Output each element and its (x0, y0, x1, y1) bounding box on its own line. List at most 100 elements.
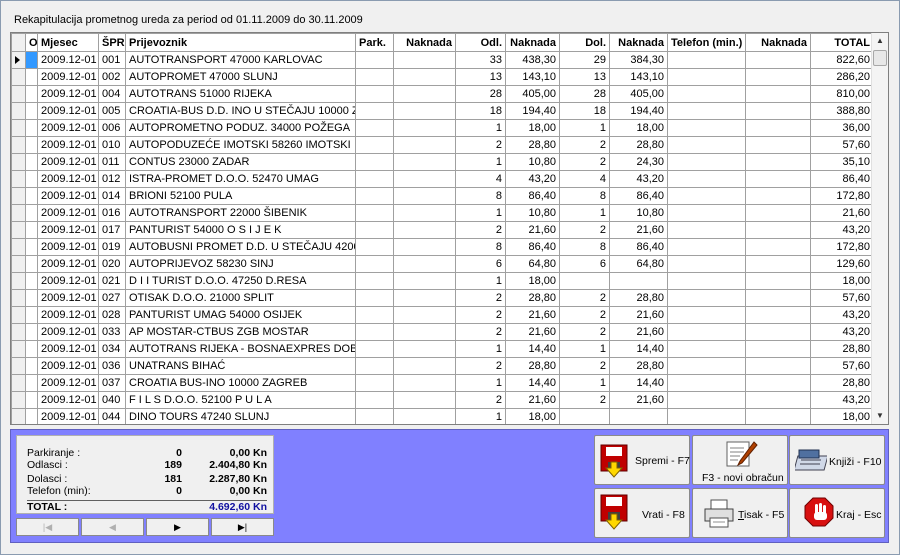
table-row[interactable]: 2009.12-01 044 DINO TOURS 47240 SLUNJ 1 18,0… (11, 408, 874, 424)
cell-naknada-tel[interactable] (745, 391, 811, 409)
row-indicator[interactable] (11, 238, 26, 256)
table-row[interactable]: 2009.12-01 019 AUTOBUSNI PROMET D.D. U STE… (11, 238, 874, 256)
cell-o[interactable] (25, 238, 38, 256)
cell-naknada-tel[interactable] (745, 306, 811, 324)
table-row[interactable]: 2009.12-01 004 AUTOTRANS 51000 RIJEKA 28 405… (11, 85, 874, 103)
cell-naknada-dol[interactable] (609, 272, 668, 290)
cell-telefon[interactable] (667, 136, 746, 154)
cell-park[interactable] (355, 238, 394, 256)
cell-telefon[interactable] (667, 408, 746, 424)
cell-prijevoznik[interactable]: CROATIA BUS-INO 10000 ZAGREB (125, 374, 356, 392)
row-indicator[interactable] (11, 374, 26, 392)
cell-naknada-park[interactable] (393, 187, 456, 205)
cell-odl[interactable]: 1 (455, 153, 506, 171)
cell-odl[interactable]: 2 (455, 357, 506, 375)
row-indicator[interactable] (11, 51, 26, 69)
cell-prijevoznik[interactable]: AUTOTRANSPORT 22000 ŠIBENIK (125, 204, 356, 222)
table-row[interactable]: 2009.12-01 033 AP MOSTAR-CTBUS ZGB MOSTAR 2… (11, 323, 874, 341)
cell-mjesec[interactable]: 2009.12-01 (37, 187, 99, 205)
cell-total[interactable]: 57,60 (810, 289, 874, 307)
cell-telefon[interactable] (667, 357, 746, 375)
cell-dol[interactable]: 2 (559, 221, 610, 239)
cell-naknada-tel[interactable] (745, 136, 811, 154)
cell-naknada-dol[interactable]: 86,40 (609, 238, 668, 256)
cell-naknada-park[interactable] (393, 408, 456, 424)
cell-telefon[interactable] (667, 238, 746, 256)
cell-naknada-park[interactable] (393, 119, 456, 137)
table-row[interactable]: 2009.12-01 036 UNATRANS BIHAĆ 2 28,80 2 28,80 5… (11, 357, 874, 375)
nav-first-button[interactable]: |◀ (16, 518, 79, 536)
cell-naknada-tel[interactable] (745, 272, 811, 290)
cell-total[interactable]: 43,20 (810, 221, 874, 239)
cell-telefon[interactable] (667, 119, 746, 137)
cell-park[interactable] (355, 136, 394, 154)
cell-dol[interactable]: 1 (559, 119, 610, 137)
grid-table[interactable]: O Mjesec ŠPR Prijevoznik Park. Naknada O… (11, 33, 874, 424)
cell-telefon[interactable] (667, 170, 746, 188)
cell-naknada-dol[interactable]: 14,40 (609, 374, 668, 392)
col-header-o[interactable]: O (25, 33, 38, 52)
cell-park[interactable] (355, 306, 394, 324)
cell-park[interactable] (355, 85, 394, 103)
cell-odl[interactable]: 1 (455, 272, 506, 290)
cell-telefon[interactable] (667, 289, 746, 307)
cell-telefon[interactable] (667, 51, 746, 69)
cell-naknada-tel[interactable] (745, 374, 811, 392)
cell-naknada-odl[interactable]: 21,60 (505, 221, 560, 239)
cell-spr[interactable]: 016 (98, 204, 126, 222)
cell-mjesec[interactable]: 2009.12-01 (37, 221, 99, 239)
cell-prijevoznik[interactable]: AUTOTRANS 51000 RIJEKA (125, 85, 356, 103)
cell-naknada-dol[interactable]: 10,80 (609, 204, 668, 222)
row-indicator[interactable] (11, 170, 26, 188)
row-indicator[interactable] (11, 68, 26, 86)
cell-total[interactable]: 57,60 (810, 136, 874, 154)
cell-telefon[interactable] (667, 272, 746, 290)
cell-naknada-park[interactable] (393, 323, 456, 341)
cell-prijevoznik[interactable]: D I I TURIST D.O.O. 47250 D.RESA (125, 272, 356, 290)
cell-mjesec[interactable]: 2009.12-01 (37, 136, 99, 154)
cell-mjesec[interactable]: 2009.12-01 (37, 119, 99, 137)
cell-total[interactable]: 18,00 (810, 272, 874, 290)
cell-spr[interactable]: 027 (98, 289, 126, 307)
cell-total[interactable]: 172,80 (810, 187, 874, 205)
col-header-dol[interactable]: Dol. (559, 33, 610, 52)
cell-naknada-tel[interactable] (745, 323, 811, 341)
row-indicator[interactable] (11, 323, 26, 341)
cell-naknada-park[interactable] (393, 391, 456, 409)
cell-naknada-park[interactable] (393, 255, 456, 273)
cell-o[interactable] (25, 272, 38, 290)
cell-mjesec[interactable]: 2009.12-01 (37, 340, 99, 358)
cell-odl[interactable]: 33 (455, 51, 506, 69)
row-indicator[interactable] (11, 85, 26, 103)
cell-naknada-park[interactable] (393, 340, 456, 358)
cell-spr[interactable]: 037 (98, 374, 126, 392)
cell-telefon[interactable] (667, 323, 746, 341)
col-header-park[interactable]: Park. (355, 33, 394, 52)
cell-dol[interactable]: 28 (559, 85, 610, 103)
row-indicator[interactable] (11, 153, 26, 171)
cell-naknada-tel[interactable] (745, 102, 811, 120)
cell-park[interactable] (355, 153, 394, 171)
cell-naknada-tel[interactable] (745, 289, 811, 307)
restore-button[interactable]: Vrati - F8 (594, 488, 690, 538)
cell-telefon[interactable] (667, 102, 746, 120)
cell-naknada-tel[interactable] (745, 340, 811, 358)
cell-park[interactable] (355, 119, 394, 137)
cell-naknada-park[interactable] (393, 238, 456, 256)
cell-dol[interactable]: 6 (559, 255, 610, 273)
cell-prijevoznik[interactable]: AUTOPRIJEVOZ 58230 SINJ (125, 255, 356, 273)
cell-naknada-dol[interactable]: 21,60 (609, 221, 668, 239)
cell-o[interactable] (25, 391, 38, 409)
cell-dol[interactable]: 2 (559, 357, 610, 375)
cell-o[interactable] (25, 187, 38, 205)
cell-total[interactable]: 822,60 (810, 51, 874, 69)
cell-prijevoznik[interactable]: OTISAK D.O.O. 21000 SPLIT (125, 289, 356, 307)
cell-spr[interactable]: 019 (98, 238, 126, 256)
col-header-mjesec[interactable]: Mjesec (37, 33, 99, 52)
cell-dol[interactable]: 18 (559, 102, 610, 120)
cell-total[interactable]: 43,20 (810, 323, 874, 341)
cell-naknada-dol[interactable]: 86,40 (609, 187, 668, 205)
table-row[interactable]: 2009.12-01 034 AUTOTRANS RIJEKA - BOSNAEXP… (11, 340, 874, 358)
cell-park[interactable] (355, 170, 394, 188)
cell-total[interactable]: 35,10 (810, 153, 874, 171)
